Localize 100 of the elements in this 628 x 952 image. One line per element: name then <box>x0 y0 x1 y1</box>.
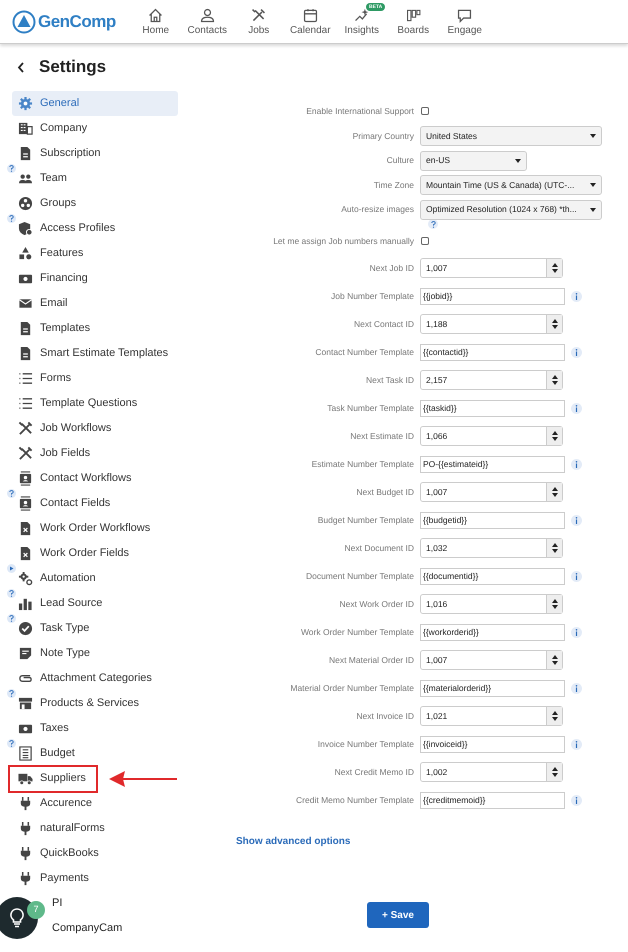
sidebar-item[interactable]: Suppliers <box>12 766 178 791</box>
sidebar-item[interactable]: Job Workflows <box>12 416 178 441</box>
spinner-icon[interactable] <box>546 539 562 557</box>
sidebar-item[interactable]: QuickBooks <box>12 841 178 866</box>
sidebar-item[interactable]: Template Questions <box>12 391 178 416</box>
spinner-icon[interactable] <box>546 763 562 781</box>
text-field[interactable]: {{taskid}} <box>420 400 565 416</box>
sidebar-item[interactable]: CompanyCam <box>52 916 172 941</box>
spinner-icon[interactable] <box>546 259 562 277</box>
help-badge-icon[interactable] <box>7 164 16 173</box>
select-field[interactable]: United States <box>420 126 602 146</box>
play-badge-icon[interactable] <box>7 564 16 573</box>
help-badge-icon[interactable] <box>7 589 16 598</box>
text-field[interactable]: {{contactid}} <box>420 344 565 360</box>
sidebar-item[interactable]: Features <box>12 241 178 266</box>
select-field[interactable]: Optimized Resolution (1024 x 768) *th... <box>420 200 602 220</box>
help-badge-icon[interactable] <box>7 739 16 748</box>
select-field[interactable]: en-US <box>420 150 527 171</box>
sidebar-item[interactable]: Work Order Workflows <box>12 516 178 541</box>
help-badge-icon[interactable] <box>7 489 16 498</box>
sidebar-item[interactable]: Groups <box>12 191 178 216</box>
sidebar-item[interactable]: Attachment Categories <box>12 666 178 691</box>
sidebar-item[interactable]: Payments <box>12 866 178 891</box>
number-field[interactable]: 1,007 <box>420 258 563 278</box>
info-icon[interactable] <box>571 794 582 806</box>
sidebar-item[interactable]: Note Type <box>12 641 178 666</box>
sidebar-item[interactable]: Access Profiles <box>12 216 178 241</box>
sidebar-item[interactable]: Task Type <box>12 616 178 641</box>
spinner-icon[interactable] <box>546 315 562 333</box>
nav-item[interactable]: Home <box>130 6 182 37</box>
sidebar-item[interactable]: Smart Estimate Templates <box>12 341 178 366</box>
number-field[interactable]: 1,002 <box>420 762 563 782</box>
number-field[interactable]: 1,188 <box>420 314 563 334</box>
spinner-icon[interactable] <box>546 371 562 389</box>
info-icon[interactable] <box>571 514 582 526</box>
checkbox[interactable] <box>421 237 429 245</box>
info-icon[interactable] <box>571 682 582 694</box>
spinner-icon[interactable] <box>546 595 562 613</box>
number-field[interactable]: 2,157 <box>420 370 563 390</box>
info-icon[interactable] <box>571 458 582 470</box>
number-field[interactable]: 1,007 <box>420 650 563 670</box>
sidebar-item[interactable]: Work Order Fields <box>12 541 178 566</box>
spinner-icon[interactable] <box>546 427 562 445</box>
info-icon[interactable] <box>571 346 582 358</box>
spinner-icon[interactable] <box>546 483 562 501</box>
show-advanced-options-link[interactable]: Show advanced options <box>236 836 350 847</box>
info-icon[interactable] <box>571 290 582 302</box>
sidebar-item[interactable]: Taxes <box>12 716 178 741</box>
text-field[interactable]: {{budgetid}} <box>420 512 565 528</box>
info-icon[interactable] <box>571 626 582 638</box>
help-icon[interactable] <box>428 219 438 229</box>
text-field[interactable]: {{documentid}} <box>420 568 565 584</box>
help-badge-icon[interactable] <box>7 614 16 623</box>
info-icon[interactable] <box>571 402 582 414</box>
logo[interactable]: GenComp <box>0 8 130 34</box>
spinner-icon[interactable] <box>546 651 562 669</box>
number-field[interactable]: 1,066 <box>420 426 563 446</box>
number-field[interactable]: 1,016 <box>420 594 563 614</box>
save-button[interactable]: + Save <box>367 902 429 928</box>
spinner-icon[interactable] <box>546 707 562 725</box>
number-field[interactable]: 1,007 <box>420 482 563 502</box>
text-field[interactable]: {{materialorderid}} <box>420 680 565 696</box>
sidebar-item[interactable]: Subscription <box>12 141 178 166</box>
nav-item[interactable]: Contacts <box>182 6 233 37</box>
sidebar-item[interactable]: Job Fields <box>12 441 178 466</box>
sidebar-item[interactable]: naturalForms <box>12 816 178 841</box>
sidebar-item[interactable]: Accurence <box>12 791 178 816</box>
back-chevron-icon[interactable] <box>17 62 25 72</box>
text-field[interactable]: {{invoiceid}} <box>420 736 565 752</box>
tips-button[interactable] <box>0 897 38 939</box>
text-field[interactable]: {{creditmemoid}} <box>420 792 565 808</box>
sidebar-item[interactable]: Company <box>12 116 178 141</box>
nav-item[interactable]: Engage <box>439 6 490 37</box>
help-badge-icon[interactable] <box>7 689 16 698</box>
info-icon[interactable] <box>571 738 582 750</box>
nav-item[interactable]: Jobs <box>233 6 284 37</box>
nav-item[interactable]: Calendar <box>284 6 336 37</box>
text-field[interactable]: {{workorderid}} <box>420 624 565 640</box>
sidebar-item[interactable]: Email <box>12 291 178 316</box>
text-field[interactable]: PO-{{estimateid}} <box>420 456 565 472</box>
checkbox[interactable] <box>421 107 429 115</box>
select-field[interactable]: Mountain Time (US & Canada) (UTC-... <box>420 175 602 196</box>
help-badge-icon[interactable] <box>7 214 16 223</box>
sidebar-item[interactable]: Templates <box>12 316 178 341</box>
sidebar-item[interactable]: Team <box>12 166 178 191</box>
sidebar-item[interactable]: PI <box>52 891 172 916</box>
sidebar-item[interactable]: Budget <box>12 741 178 766</box>
number-field[interactable]: 1,021 <box>420 706 563 726</box>
sidebar-item[interactable]: Contact Fields <box>12 491 178 516</box>
sidebar-item[interactable]: Financing <box>12 266 178 291</box>
sidebar-item[interactable]: Contact Workflows <box>12 466 178 491</box>
sidebar-item[interactable]: Lead Source <box>12 591 178 616</box>
info-icon[interactable] <box>571 570 582 582</box>
number-field[interactable]: 1,032 <box>420 538 563 558</box>
sidebar-item[interactable]: Products & Services <box>12 691 178 716</box>
sidebar-item[interactable]: Automation <box>12 566 178 591</box>
text-field[interactable]: {{jobid}} <box>420 288 565 304</box>
sidebar-item[interactable]: Forms <box>12 366 178 391</box>
nav-item[interactable]: Boards <box>388 6 439 37</box>
sidebar-item[interactable]: General <box>12 91 178 116</box>
